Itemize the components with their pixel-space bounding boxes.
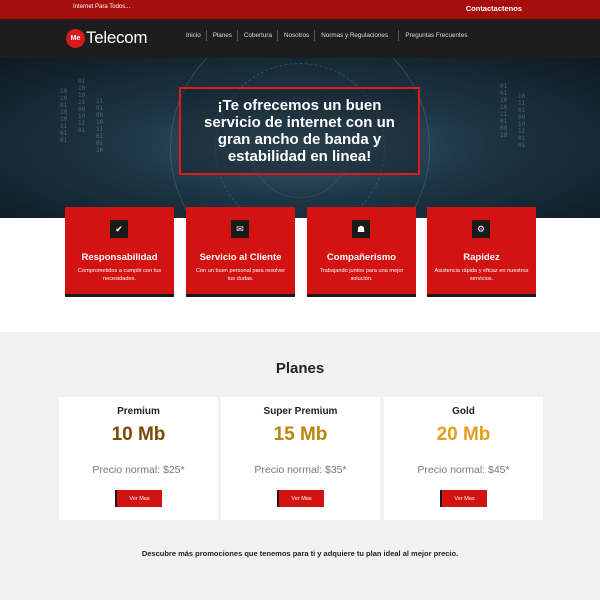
feature-card-responsabilidad: ✔ Responsabilidad Comprometidos a cumpli…	[65, 207, 174, 297]
hero-decoration: 0110101100101101	[78, 78, 86, 134]
feature-description: Con un buen personal para resolver tus d…	[195, 268, 286, 282]
plans-section: Planes Premium 10 Mb Precio normal: $25*…	[0, 332, 600, 600]
plan-price: Precio normal: $25*	[92, 464, 185, 476]
plan-price: Precio normal: $35*	[254, 464, 347, 476]
feature-title: Rapidez	[463, 252, 500, 263]
main-nav: Inicio Planes Cobertura Nosotros Normas …	[180, 30, 473, 41]
feature-description: Trabajando juntos para una mejor solució…	[319, 268, 404, 282]
plan-card-super-premium: Super Premium 15 Mb Precio normal: $35* …	[221, 397, 380, 520]
plan-name: Super Premium	[263, 406, 338, 417]
nav-label: Preguntas Frecuentes	[405, 32, 468, 39]
plan-speed: 10 Mb	[111, 424, 166, 445]
feature-card-servicio: ✉ Servicio al Cliente Con un buen person…	[186, 207, 295, 297]
tagline: Internet Para Todos...	[73, 4, 131, 10]
motorcycle-icon: ⚙	[472, 220, 490, 238]
nav-item-cobertura[interactable]: Cobertura	[238, 30, 278, 41]
hero-decoration: 1010011010110101	[60, 88, 68, 144]
nav-label: Cobertura	[243, 32, 272, 39]
ver-mas-button[interactable]: Ver Mas	[277, 490, 324, 507]
nav-label: Normas y Regulaciones	[321, 32, 389, 39]
nav-label: Inicio	[186, 32, 201, 39]
nav-item-inicio[interactable]: Inicio	[180, 30, 207, 41]
top-bar: Internet Para Todos... Contactactenos	[0, 0, 600, 19]
navbar: Me Telecom Inicio Planes Cobertura Nosot…	[0, 19, 600, 58]
hero-banner: 1010011010110101 0110101100101101 110100…	[0, 58, 600, 218]
hero-message-box: ¡Te ofrecemos un buen servicio de intern…	[179, 87, 420, 175]
nav-item-planes[interactable]: Planes	[207, 30, 239, 41]
ver-mas-button[interactable]: Ver Mas	[115, 490, 162, 507]
plan-speed: 15 Mb	[273, 424, 328, 445]
logo[interactable]: Me Telecom	[66, 27, 148, 49]
nav-item-nosotros[interactable]: Nosotros	[278, 30, 316, 41]
ver-mas-button[interactable]: Ver Mas	[440, 490, 487, 507]
feature-description: Comprometidos a cumplir con tus necesida…	[77, 268, 162, 282]
logo-badge: Me	[66, 28, 85, 48]
feature-title: Responsabilidad	[81, 252, 158, 263]
feature-title: Compañerismo	[326, 252, 397, 263]
logo-text: Telecom	[86, 28, 148, 47]
plan-speed: 20 Mb	[436, 424, 491, 445]
nav-item-normas[interactable]: Normas y Regulaciones ⌄	[315, 30, 400, 41]
plan-price: Precio normal: $45*	[417, 464, 510, 476]
plan-name: Gold	[452, 406, 475, 417]
chevron-down-icon: ⌄	[390, 33, 394, 38]
features-row: ✔ Responsabilidad Comprometidos a cumpli…	[65, 207, 536, 297]
hero-decoration: 1011010010110101	[518, 93, 526, 149]
nav-item-preguntas[interactable]: Preguntas Frecuentes	[399, 32, 473, 39]
nav-label: Planes	[212, 32, 232, 39]
contact-link[interactable]: Contactactenos	[466, 4, 522, 13]
plan-name: Premium	[117, 406, 160, 417]
hero-decoration: 1101001011010110	[96, 98, 104, 154]
feature-description: Asistencia rápida y eficaz en nuestros s…	[434, 268, 529, 282]
feature-title: Servicio al Cliente	[199, 252, 282, 263]
plan-card-premium: Premium 10 Mb Precio normal: $25* Ver Ma…	[59, 397, 218, 520]
feature-card-companerismo: ☗ Compañerismo Trabajando juntos para un…	[307, 207, 416, 297]
section-title: Planes	[275, 360, 325, 377]
feature-card-rapidez: ⚙ Rapidez Asistencia rápida y eficaz en …	[427, 207, 536, 297]
hero-headline: ¡Te ofrecemos un buen servicio de intern…	[204, 97, 395, 165]
hero-decoration: 0101101011010010	[500, 83, 508, 139]
plan-card-gold: Gold 20 Mb Precio normal: $45* Ver Mas	[384, 397, 543, 520]
team-icon: ☗	[352, 220, 370, 238]
check-icon: ✔	[110, 220, 128, 238]
nav-label: Nosotros	[283, 32, 310, 39]
chat-icon: ✉	[231, 220, 249, 238]
promo-text: Descubre más promociones que tenemos par…	[141, 549, 459, 558]
